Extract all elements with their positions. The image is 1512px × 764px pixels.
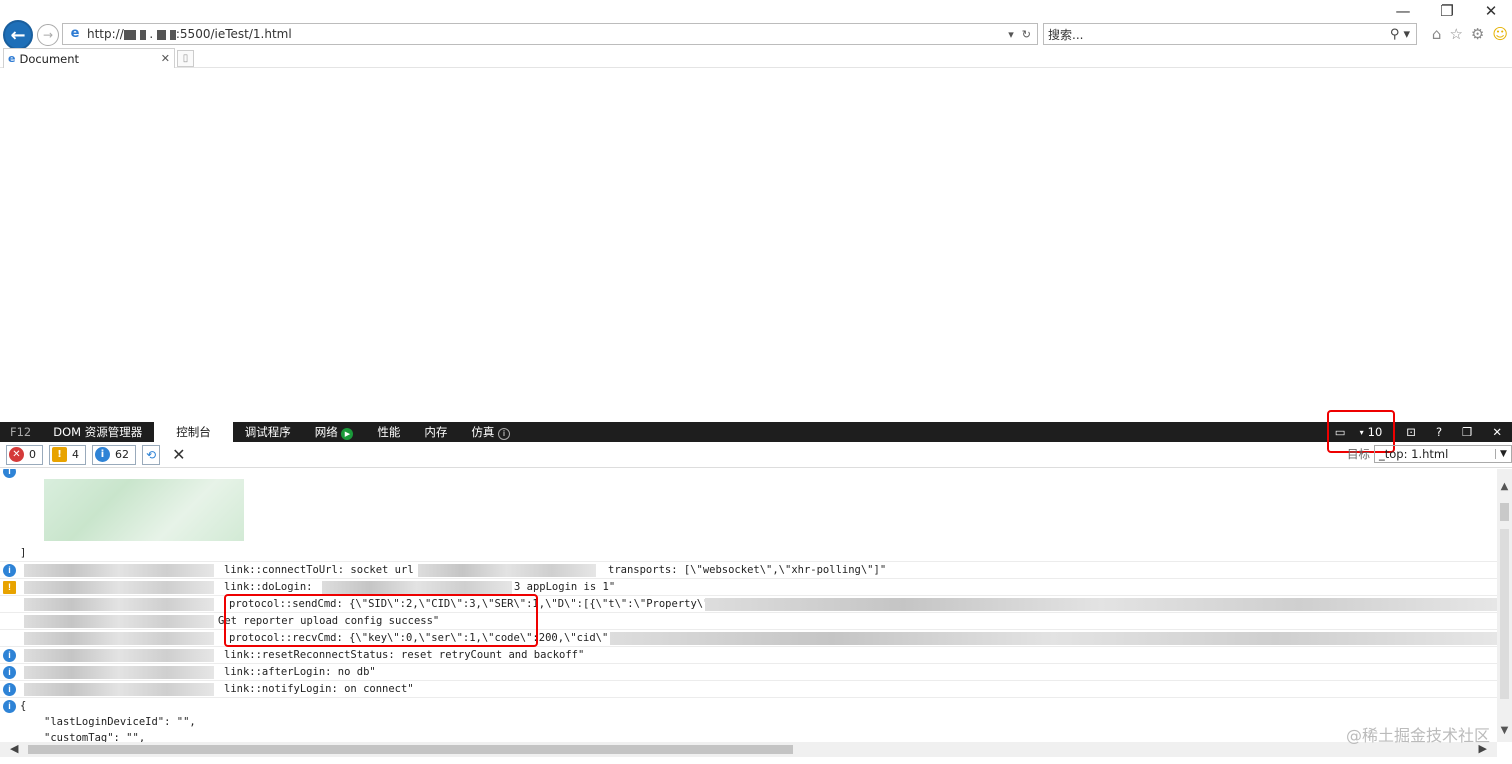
redacted-payload xyxy=(610,632,1497,645)
redacted-payload xyxy=(705,598,1497,611)
console-row: "customTag": "", xyxy=(44,732,146,742)
console-row: "lastLoginDeviceId": "", xyxy=(44,716,196,728)
devtools-tab-bar: F12 DOM 资源管理器 控制台 调试程序 网络 ▶ 性能 内存 仿真 i ▭… xyxy=(0,422,1512,442)
close-devtools-icon[interactable]: ✕ xyxy=(1482,425,1512,439)
redacted-timestamp xyxy=(24,649,214,662)
minimize-icon[interactable]: — xyxy=(1392,2,1414,20)
console-row: i { xyxy=(0,698,1497,715)
console-row: i link::notifyLogin: on connect" xyxy=(0,681,1497,698)
search-box[interactable]: 搜索... ⚲ ▾ xyxy=(1043,23,1417,45)
scroll-down-icon[interactable]: ▼ xyxy=(1497,725,1512,736)
home-icon[interactable]: ⌂ xyxy=(1432,25,1442,43)
info-filter-button[interactable]: i 62 xyxy=(92,444,136,465)
smiley-feedback-icon[interactable]: ☺ xyxy=(1492,25,1508,43)
highlight-box-protocol xyxy=(224,594,538,647)
console-row: ! link::doLogin: 3 appLogin is 1" xyxy=(0,579,1497,596)
redacted-timestamp xyxy=(24,615,214,628)
restore-icon[interactable]: ❐ xyxy=(1436,2,1458,20)
vertical-scrollbar[interactable]: ▲ ▼ xyxy=(1497,469,1512,742)
undock-icon[interactable]: ❐ xyxy=(1452,425,1482,439)
ie-icon: e xyxy=(70,26,80,41)
search-placeholder[interactable]: 搜索... xyxy=(1044,26,1390,43)
forward-arrow-icon[interactable]: → xyxy=(37,24,59,46)
navigation-bar: ← → e http:// . :5500/ieTest/1.html ▾ ↻ … xyxy=(0,20,1512,50)
warnings-filter-button[interactable]: ! 4 xyxy=(49,444,86,465)
info-circle-icon: i xyxy=(498,428,511,440)
horizontal-scrollbar[interactable]: ◀ ▶ xyxy=(0,742,1497,757)
address-bar[interactable]: e http:// . :5500/ieTest/1.html ▾ ↻ xyxy=(62,23,1038,45)
console-row: i link::afterLogin: no db" xyxy=(0,664,1497,681)
scroll-thumb[interactable] xyxy=(28,745,793,754)
tab-network[interactable]: 网络 ▶ xyxy=(303,422,366,442)
warning-icon: ! xyxy=(52,447,67,462)
help-icon[interactable]: ? xyxy=(1426,425,1452,439)
record-play-icon: ▶ xyxy=(341,428,354,440)
warning-icon: ! xyxy=(3,581,16,594)
f12-label: F12 xyxy=(10,425,32,439)
error-icon: ✕ xyxy=(9,447,24,462)
tab-close-icon[interactable]: ✕ xyxy=(161,52,174,65)
console-toggle-icon[interactable]: ⊡ xyxy=(1396,425,1426,439)
scroll-up-icon[interactable]: ▲ xyxy=(1497,481,1512,492)
info-icon: i xyxy=(3,666,16,679)
redacted-timestamp xyxy=(24,666,214,679)
window-controls: — ❐ ✕ xyxy=(1392,2,1502,20)
redacted-block xyxy=(44,479,244,541)
console-row: i link::connectToUrl: socket url transpo… xyxy=(0,562,1497,579)
scroll-left-icon[interactable]: ◀ xyxy=(10,742,18,755)
close-window-icon[interactable]: ✕ xyxy=(1480,2,1502,20)
new-tab-icon[interactable]: ▯ xyxy=(177,50,194,67)
ie-tab-icon: e xyxy=(8,52,16,65)
redacted-timestamp xyxy=(24,581,214,594)
info-icon: i xyxy=(3,649,16,662)
target-selector: 目标 _top: 1.html ▼ xyxy=(1347,445,1512,463)
redacted-timestamp xyxy=(24,564,214,577)
console-row: ] xyxy=(0,545,1497,562)
chevron-down-icon: ▼ xyxy=(1495,449,1511,459)
scroll-track xyxy=(1500,529,1509,699)
info-icon: i xyxy=(3,469,16,478)
settings-gear-icon[interactable]: ⚙ xyxy=(1471,25,1484,43)
url-text[interactable]: http:// . :5500/ieTest/1.html xyxy=(87,27,1008,41)
refresh-icon[interactable]: ↻ xyxy=(1022,28,1031,41)
clear-console-icon[interactable]: ✕ xyxy=(172,445,185,464)
tab-emulation[interactable]: 仿真 i xyxy=(459,422,522,442)
navigate-clear-icon: ⟲ xyxy=(146,447,157,462)
favorites-star-icon[interactable]: ☆ xyxy=(1449,25,1462,43)
info-icon: i xyxy=(3,700,16,713)
back-arrow-icon[interactable]: ← xyxy=(3,20,33,50)
console-row: i xyxy=(0,469,1497,552)
target-dropdown[interactable]: _top: 1.html ▼ xyxy=(1374,445,1512,463)
tab-debugger[interactable]: 调试程序 xyxy=(233,422,303,442)
tab-dom-explorer[interactable]: DOM 资源管理器 xyxy=(41,422,154,442)
tab-title: Document xyxy=(19,51,80,66)
console-toolbar: ✕ 0 ! 4 i 62 ⟲ ✕ 目标 _top: 1.html ▼ xyxy=(0,442,1512,468)
tab-console[interactable]: 控制台 xyxy=(154,422,233,442)
redacted-timestamp xyxy=(24,632,214,645)
tab-memory[interactable]: 内存 xyxy=(412,422,459,442)
search-icon[interactable]: ⚲ ▾ xyxy=(1390,27,1416,42)
browser-tab[interactable]: e Document ✕ xyxy=(3,48,175,68)
watermark: @稀土掘金技术社区 xyxy=(1345,726,1490,745)
info-icon: i xyxy=(95,447,110,462)
errors-filter-button[interactable]: ✕ 0 xyxy=(6,444,43,465)
redacted-url xyxy=(418,564,596,577)
dropdown-arrow-icon[interactable]: ▾ xyxy=(1008,28,1014,41)
info-icon: i xyxy=(3,564,16,577)
scroll-thumb[interactable] xyxy=(1500,503,1509,521)
toolbar-icons: ⌂ ☆ ⚙ ☺ xyxy=(1432,25,1508,43)
info-icon: i xyxy=(3,683,16,696)
console-row: i link::resetReconnectStatus: reset retr… xyxy=(0,647,1497,664)
redacted-value xyxy=(322,581,512,594)
target-label: 目标 xyxy=(1347,447,1370,461)
redacted-timestamp xyxy=(24,598,214,611)
redacted-timestamp xyxy=(24,683,214,696)
tab-performance[interactable]: 性能 xyxy=(365,422,412,442)
clear-on-navigate-button[interactable]: ⟲ xyxy=(142,444,161,465)
tab-strip: e Document ✕ ▯ xyxy=(0,48,1512,68)
